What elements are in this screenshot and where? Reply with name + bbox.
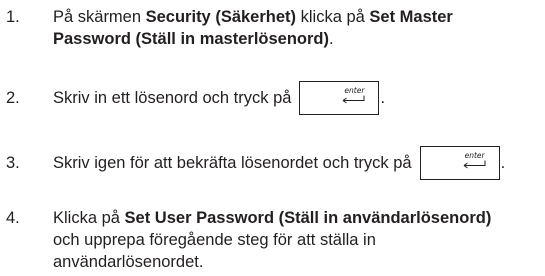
step-line: Password (Ställ in masterlösenord). xyxy=(53,28,541,50)
text-segment: På skärmen xyxy=(53,8,146,26)
option-set-master-password: Set Master xyxy=(369,8,453,26)
step-number: 1. xyxy=(6,8,20,26)
option-set-master-password-cont: Password (Ställ in masterlösenord) xyxy=(53,30,329,48)
screen-name-security: Security (Säkerhet) xyxy=(145,8,297,26)
step-text: På skärmen Security (Säkerhet) klicka på… xyxy=(53,6,541,50)
step-line: Klicka på Set User Password (Ställ in an… xyxy=(53,207,541,229)
option-set-user-password: Set User Password (Ställ in användarlöse… xyxy=(124,209,492,227)
step-number: 2. xyxy=(6,89,20,107)
step-text: Skriv in ett lösenord och tryck på enter… xyxy=(53,81,541,115)
step-text: Klicka på Set User Password (Ställ in an… xyxy=(53,207,541,273)
step-line: och upprepa föregående steg för att stäl… xyxy=(53,231,376,249)
enter-key: enter xyxy=(299,81,380,115)
step-line: På skärmen Security (Säkerhet) klicka på… xyxy=(53,6,541,28)
step-line: användarlösenordet. xyxy=(53,253,204,271)
text-segment: Skriv in ett lösenord och tryck på xyxy=(53,89,292,107)
text-segment: . xyxy=(380,89,386,107)
step-number: 4. xyxy=(6,209,20,227)
enter-return-arrow-icon xyxy=(343,95,365,104)
enter-key: enter xyxy=(419,146,500,180)
text-segment: Skriv igen för att bekräfta lösenordet o… xyxy=(53,154,412,172)
instruction-steps: 1. På skärmen Security (Säkerhet) klicka… xyxy=(0,0,545,276)
step-number: 3. xyxy=(6,154,20,172)
enter-return-arrow-icon xyxy=(463,160,486,169)
enter-key-label: enter xyxy=(344,86,365,95)
text-segment: . xyxy=(500,154,506,172)
text-segment: . xyxy=(329,30,334,48)
step-text: Skriv igen för att bekräfta lösenordet o… xyxy=(53,146,541,180)
text-segment: klicka på xyxy=(296,8,370,26)
text-segment: Klicka på xyxy=(53,209,125,227)
enter-key-label: enter xyxy=(464,151,485,160)
